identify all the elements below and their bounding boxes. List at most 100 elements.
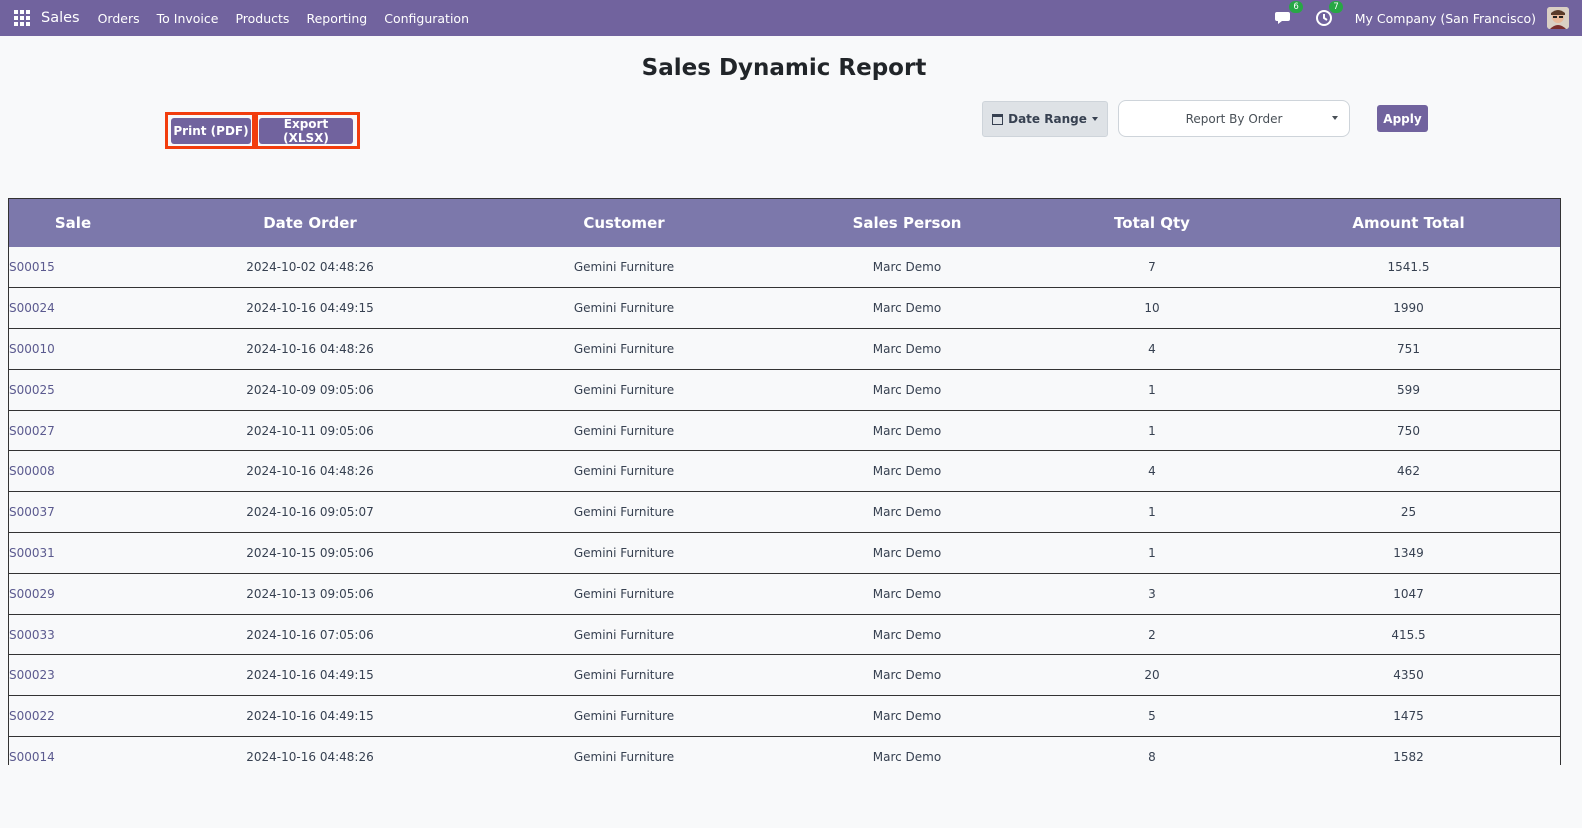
date-order-cell: 2024-10-11 09:05:06 [246,423,374,438]
customer-cell: Gemini Furniture [573,668,675,683]
customer-cell: Gemini Furniture [573,545,675,560]
date-order-cell: 2024-10-16 07:05:06 [246,627,374,642]
amount-total-cell: 599 [1397,382,1420,397]
total-qty-cell: 1 [1148,382,1156,397]
total-qty-cell: 4 [1148,341,1156,356]
date-order-cell: 2024-10-15 09:05:06 [246,545,374,560]
total-qty-cell: 20 [1144,668,1160,683]
apps-grid-icon[interactable] [14,10,30,26]
sales-person-cell: Marc Demo [872,749,942,764]
table-row[interactable]: S00014 2024-10-16 04:48:26 Gemini Furnitur… [9,737,1560,765]
table-row[interactable]: S00024 2024-10-16 04:49:15 Gemini Furnitur… [9,288,1560,329]
header-amount-total[interactable]: Amount Total [1255,199,1560,247]
total-qty-cell: 4 [1148,464,1156,479]
user-avatar[interactable] [1547,7,1569,29]
total-qty-cell: 1 [1148,423,1156,438]
caret-down-icon [1091,117,1098,121]
select-caret-icon [1332,116,1338,120]
sales-person-cell: Marc Demo [872,709,942,724]
header-sales-person[interactable]: Sales Person [765,199,1049,247]
sales-person-cell: Marc Demo [872,668,942,683]
customer-cell: Gemini Furniture [573,341,675,356]
total-qty-cell: 3 [1148,586,1156,601]
export-xlsx-button[interactable]: Export (XLSX) [259,117,353,145]
sales-person-cell: Marc Demo [872,464,942,479]
date-order-cell: 2024-10-02 04:48:26 [246,260,374,275]
date-order-cell: 2024-10-16 04:48:26 [246,341,374,356]
company-switcher[interactable]: My Company (San Francisco) [1355,11,1536,26]
navbar-systray: 6 7 My Company (San Francisco) [1274,0,1582,36]
header-sale[interactable]: Sale [9,199,137,247]
activity-clock-icon[interactable]: 7 [1315,1,1343,27]
table-row[interactable]: S00025 2024-10-09 09:05:06 Gemini Furnitur… [9,369,1560,411]
customer-cell: Gemini Furniture [573,382,675,397]
app-name[interactable]: Sales [41,10,80,26]
table-row[interactable]: S00037 2024-10-16 09:05:07 Gemini Furnitur… [9,492,1560,533]
sale-link[interactable]: S00022 [9,696,137,737]
amount-total-cell: 1541.5 [1387,260,1430,275]
sale-link[interactable]: S00031 [9,533,137,574]
menu-to-invoice[interactable]: To Invoice [157,11,219,26]
sale-link[interactable]: S00024 [9,288,137,329]
menu-configuration[interactable]: Configuration [384,11,469,26]
date-range-dropdown[interactable]: Date Range [982,101,1108,137]
date-range-label: Date Range [1008,112,1087,126]
table-row[interactable]: S00033 2024-10-16 07:05:06 Gemini Furnitur… [9,614,1560,655]
total-qty-cell: 5 [1148,709,1156,724]
customer-cell: Gemini Furniture [573,301,675,316]
sales-person-cell: Marc Demo [872,341,942,356]
customer-cell: Gemini Furniture [573,709,675,724]
sale-link[interactable]: S00029 [9,573,137,614]
messages-icon[interactable]: 6 [1274,1,1303,27]
customer-cell: Gemini Furniture [573,627,675,642]
table-row[interactable]: S00022 2024-10-16 04:49:15 Gemini Furnitur… [9,696,1560,737]
customer-cell: Gemini Furniture [573,423,675,438]
header-customer[interactable]: Customer [483,199,765,247]
table-row[interactable]: S00031 2024-10-15 09:05:06 Gemini Furnitur… [9,533,1560,574]
menu-orders[interactable]: Orders [98,11,140,26]
amount-total-cell: 1349 [1393,545,1424,560]
sales-person-cell: Marc Demo [872,423,942,438]
sale-link[interactable]: S00010 [9,329,137,370]
sale-link[interactable]: S00008 [9,451,137,492]
table-row[interactable]: S00027 2024-10-11 09:05:06 Gemini Furnitur… [9,410,1560,451]
table-row[interactable]: S00029 2024-10-13 09:05:06 Gemini Furnitur… [9,573,1560,615]
sale-link[interactable]: S00023 [9,655,137,696]
apply-button[interactable]: Apply [1377,105,1428,132]
customer-cell: Gemini Furniture [573,260,675,275]
customer-cell: Gemini Furniture [573,505,675,520]
messages-badge: 6 [1289,1,1303,13]
total-qty-cell: 1 [1148,505,1156,520]
sales-person-cell: Marc Demo [872,382,942,397]
customer-cell: Gemini Furniture [573,586,675,601]
table-header-row: Sale Date Order Customer Sales Person To… [9,199,1560,247]
header-date-order[interactable]: Date Order [137,199,483,247]
header-total-qty[interactable]: Total Qty [1049,199,1255,247]
date-order-cell: 2024-10-09 09:05:06 [246,382,374,397]
report-table-container[interactable]: Sale Date Order Customer Sales Person To… [8,198,1561,765]
table-row[interactable]: S00008 2024-10-16 04:48:26 Gemini Furnitur… [9,451,1560,492]
sales-person-cell: Marc Demo [872,505,942,520]
sale-link[interactable]: S00014 [9,737,137,765]
amount-total-cell: 1475 [1393,709,1424,724]
table-row[interactable]: S00010 2024-10-16 04:48:26 Gemini Furnitur… [9,329,1560,370]
sale-link[interactable]: S00015 [9,247,137,288]
date-order-cell: 2024-10-13 09:05:06 [246,586,374,601]
sales-person-cell: Marc Demo [872,301,942,316]
total-qty-cell: 10 [1144,301,1160,316]
sale-link[interactable]: S00033 [9,614,137,655]
menu-reporting[interactable]: Reporting [306,11,367,26]
amount-total-cell: 1047 [1393,586,1424,601]
menu-products[interactable]: Products [235,11,289,26]
table-row[interactable]: S00015 2024-10-02 04:48:26 Gemini Furnitur… [9,247,1560,288]
report-table: Sale Date Order Customer Sales Person To… [9,199,1560,765]
sales-person-cell: Marc Demo [872,260,942,275]
date-order-cell: 2024-10-16 04:49:15 [246,301,374,316]
sale-link[interactable]: S00037 [9,492,137,533]
sale-link[interactable]: S00027 [9,410,137,451]
sale-link[interactable]: S00025 [9,369,137,410]
print-pdf-button[interactable]: Print (PDF) [171,118,251,144]
amount-total-cell: 25 [1400,505,1417,520]
report-by-select[interactable]: Report By Order [1118,100,1350,137]
table-row[interactable]: S00023 2024-10-16 04:49:15 Gemini Furnitur… [9,655,1560,696]
